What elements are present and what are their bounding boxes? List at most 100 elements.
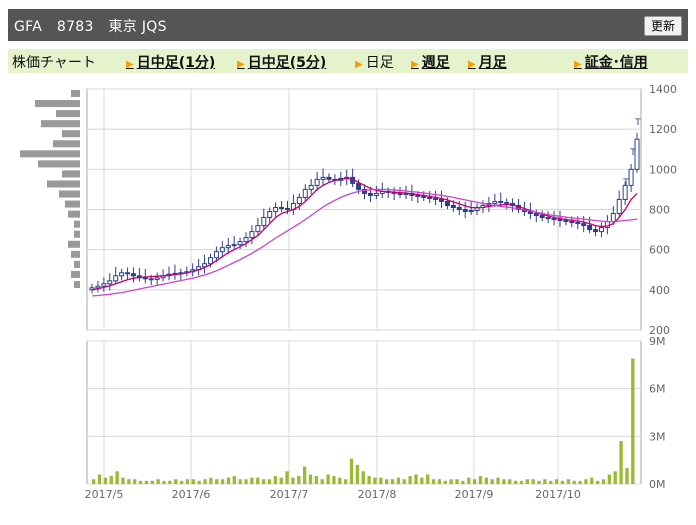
- candle-body: [604, 221, 610, 229]
- candle-body: [397, 192, 403, 195]
- price-y-tick-label: 600: [649, 244, 670, 257]
- volume-bar: [490, 479, 494, 484]
- candle-body: [207, 257, 213, 265]
- candle-body: [557, 219, 563, 222]
- volume-bar: [197, 480, 201, 484]
- nav-daily: ▶ 日足: [355, 52, 394, 72]
- volume-bar: [103, 477, 108, 484]
- volume-y-tick-label: 6M: [649, 383, 666, 396]
- volume-bar: [273, 476, 278, 484]
- volume-bar: [402, 479, 406, 484]
- nav-intraday-1min-label: 日中足(1分): [136, 55, 216, 71]
- candle-body: [539, 215, 545, 219]
- candle-body: [119, 272, 125, 277]
- candle-body: [427, 196, 433, 199]
- volume-bar: [496, 477, 500, 484]
- nav-weekly[interactable]: ▶ 週足: [411, 52, 450, 72]
- volume-bar: [127, 479, 131, 484]
- candle-body: [504, 201, 510, 204]
- volume-bar: [426, 474, 430, 484]
- volume-bar: [355, 464, 360, 484]
- candle-body: [480, 204, 486, 208]
- volume-bar: [250, 477, 254, 484]
- candle-body: [456, 206, 462, 211]
- candle-body: [296, 196, 302, 204]
- volume-y-tick-label: 0M: [649, 478, 666, 491]
- candle-body: [421, 195, 427, 198]
- volume-bar: [338, 477, 342, 484]
- volume-bar: [133, 479, 137, 484]
- volume-bar: [385, 479, 389, 484]
- ma-long-line: [91, 188, 638, 297]
- volume-bar: [437, 479, 442, 484]
- candle-body: [533, 213, 539, 217]
- volume-profile-bar: [62, 130, 80, 138]
- price-y-tick-label: 800: [649, 204, 670, 217]
- candle-body: [160, 275, 166, 279]
- volume-bar: [543, 479, 547, 484]
- volume-bar: [478, 476, 483, 484]
- nav-margin-credit-label: 証金･信用: [584, 55, 648, 71]
- volume-bar: [584, 479, 588, 484]
- nav-monthly[interactable]: ▶ 月足: [468, 52, 507, 72]
- volume-bar: [261, 479, 266, 484]
- volume-bar: [560, 480, 565, 484]
- volume-bar: [302, 466, 307, 484]
- volume-bar: [484, 477, 488, 484]
- candle-body: [610, 213, 616, 223]
- nav-intraday-5min[interactable]: ▶ 日中足(5分): [237, 52, 326, 72]
- volume-bar: [144, 480, 149, 484]
- candle-body: [598, 227, 604, 233]
- nav-intraday-5min-label: 日中足(5分): [247, 55, 327, 71]
- volume-bar: [414, 474, 418, 484]
- price-panel-frame: [86, 88, 642, 331]
- nav-intraday-1min[interactable]: ▶ 日中足(1分): [126, 52, 215, 72]
- chart-area: 1400 1200 1000 800 600 400 2009M 6M 3M 0M 2017/5 20…: [20, 83, 677, 501]
- volume-bar: [554, 479, 559, 484]
- candle-body: [237, 241, 243, 246]
- volume-profile-bar: [20, 150, 80, 158]
- volume-bar: [472, 479, 477, 484]
- volume-bar: [244, 479, 248, 484]
- candle-body: [367, 192, 373, 196]
- volume-y-tick-label: 9M: [649, 335, 666, 348]
- volume-bar: [314, 476, 319, 484]
- volume-profile-bar: [71, 90, 80, 98]
- candle-body: [444, 200, 450, 206]
- chart-period-nav: 株価チャート ▶ 日中足(1分) ▶ 日中足(5分) ▶ 日足 ▶ 週足 ▶ 月足 ▶ 証金…: [8, 49, 688, 73]
- candle-body: [516, 204, 522, 211]
- refresh-button[interactable]: 更新: [643, 16, 682, 36]
- candle-body: [391, 191, 397, 194]
- candle-body: [362, 188, 367, 194]
- volume-bar: [162, 480, 166, 484]
- candle-body: [196, 266, 202, 271]
- volume-bar: [168, 480, 172, 484]
- x-tick-label: 2017/8: [358, 488, 397, 501]
- candle-body: [273, 206, 279, 213]
- volume-bar: [420, 477, 424, 484]
- candle-body: [439, 198, 445, 202]
- stock-code: 8783: [56, 19, 94, 35]
- candle-body: [89, 287, 95, 291]
- volume-bar: [373, 477, 377, 484]
- candle-body: [261, 217, 267, 227]
- volume-bar: [590, 477, 594, 484]
- candle-body: [468, 210, 474, 213]
- volume-bar: [461, 480, 465, 484]
- volume-bar: [566, 479, 571, 484]
- candle-body: [302, 188, 308, 198]
- candle-body: [616, 198, 622, 215]
- price-y-tick-label: 1000: [649, 163, 677, 176]
- candle-body: [356, 182, 362, 190]
- candle-body: [545, 217, 551, 220]
- nav-margin-credit[interactable]: ▶ 証金･信用: [574, 52, 648, 72]
- ticker-symbol: GFA: [14, 19, 43, 35]
- candle-body: [130, 273, 136, 277]
- candle-body: [255, 225, 261, 233]
- candle-body: [575, 222, 581, 225]
- candle-body: [166, 273, 172, 277]
- volume-bar: [595, 480, 600, 484]
- volume-bar: [326, 474, 330, 484]
- arrow-right-icon: ▶: [574, 59, 582, 70]
- candle-body: [148, 278, 154, 281]
